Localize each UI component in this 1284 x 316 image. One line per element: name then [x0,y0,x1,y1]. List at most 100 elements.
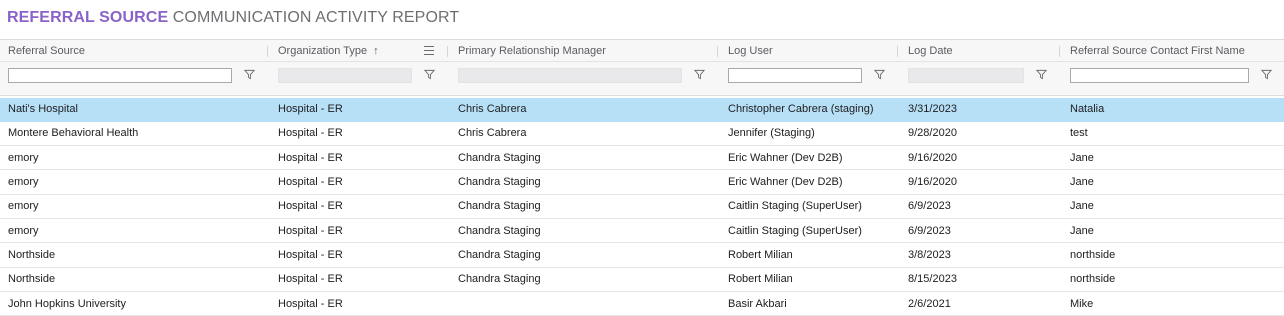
column-resize-handle[interactable] [267,46,268,57]
cell-contact-first-name: Natalia [1070,103,1105,116]
cell-log-user: Jennifer (Staging) [728,127,815,140]
column-header-referral-source[interactable]: Referral Source [8,40,263,61]
column-resize-handle[interactable] [1059,46,1060,57]
cell-log-user: Robert Milian [728,273,793,286]
report-title-strong: REFERRAL SOURCE [7,9,169,26]
filter-input-organization-type [278,68,412,83]
column-header-label: Log User [728,44,773,57]
cell-log-date: 3/8/2023 [908,248,951,261]
cell-log-date: 9/28/2020 [908,127,957,140]
filter-input-log-date [908,68,1024,83]
cell-contact-first-name: Mike [1070,297,1094,310]
cell-log-date: 6/9/2023 [908,224,951,237]
cell-referral-source: Montere Behavioral Health [8,127,139,140]
cell-primary-relationship-manager: Chris Cabrera [458,103,527,116]
cell-primary-relationship-manager: Chandra Staging [458,273,541,286]
table-row[interactable]: emory Hospital - ER Chandra Staging Cait… [0,195,1284,219]
table-row[interactable]: John Hopkins University Hospital - ER Ba… [0,292,1284,316]
cell-primary-relationship-manager: Chandra Staging [458,224,541,237]
column-header-organization-type[interactable]: Organization Type ↑ [278,40,448,61]
column-resize-handle[interactable] [897,46,898,57]
cell-log-user: Eric Wahner (Dev D2B) [728,176,843,189]
cell-referral-source: Northside [8,248,56,261]
table-row[interactable]: Northside Hospital - ER Chandra Staging … [0,243,1284,268]
table-row[interactable]: Nati's Hospital Hospital - ER Chris Cabr… [0,97,1284,122]
cell-organization-type: Hospital - ER [278,224,343,237]
cell-contact-first-name: northside [1070,273,1116,286]
table-row[interactable]: Montere Behavioral Health Hospital - ER … [0,122,1284,147]
cell-log-user: Christopher Cabrera (staging) [728,103,874,116]
table-row[interactable]: Northside Hospital - ER Chandra Staging … [0,268,1284,292]
column-header-primary-relationship-manager[interactable]: Primary Relationship Manager [458,40,713,61]
filter-funnel-icon[interactable] [1036,69,1047,80]
cell-contact-first-name: Jane [1070,200,1094,213]
table-row[interactable]: emory Hospital - ER Chandra Staging Eric… [0,146,1284,171]
report-title-rest: COMMUNICATION ACTIVITY REPORT [172,9,460,26]
cell-log-date: 8/15/2023 [908,273,957,286]
column-header-label: Referral Source [8,44,86,57]
cell-referral-source: Nati's Hospital [8,103,78,116]
cell-organization-type: Hospital - ER [278,103,343,116]
cell-referral-source: emory [8,224,39,237]
column-resize-handle[interactable] [717,46,718,57]
grid-header-row: Referral Source Organization Type ↑ Prim… [0,39,1284,62]
filter-funnel-icon[interactable] [244,69,255,80]
column-header-label: Log Date [908,44,953,57]
report-grid: Referral Source Organization Type ↑ Prim… [0,39,1284,316]
cell-organization-type: Hospital - ER [278,248,343,261]
table-row[interactable]: emory Hospital - ER Chandra Staging Cait… [0,219,1284,244]
cell-log-user: Basir Akbari [728,297,787,310]
cell-organization-type: Hospital - ER [278,297,343,310]
table-row[interactable]: emory Hospital - ER Chandra Staging Eric… [0,170,1284,195]
cell-primary-relationship-manager: Chandra Staging [458,248,541,261]
column-resize-handle[interactable] [447,46,448,57]
cell-organization-type: Hospital - ER [278,200,343,213]
cell-referral-source: emory [8,176,39,189]
cell-contact-first-name: northside [1070,248,1116,261]
column-header-log-date[interactable]: Log Date [908,40,1058,61]
column-header-label: Referral Source Contact First Name [1070,44,1245,57]
filter-input-primary-relationship-manager [458,68,682,83]
cell-primary-relationship-manager [458,292,713,315]
cell-primary-relationship-manager: Chris Cabrera [458,127,527,140]
cell-log-date: 9/16/2020 [908,176,957,189]
cell-referral-source: emory [8,151,39,164]
cell-referral-source: John Hopkins University [8,297,126,310]
cell-contact-first-name: Jane [1070,176,1094,189]
cell-log-user: Robert Milian [728,248,793,261]
cell-organization-type: Hospital - ER [278,176,343,189]
arrow-up-icon: ↑ [373,44,379,57]
cell-primary-relationship-manager: Chandra Staging [458,151,541,164]
column-header-label: Primary Relationship Manager [458,44,606,57]
cell-log-user: Caitlin Staging (SuperUser) [728,224,862,237]
cell-organization-type: Hospital - ER [278,127,343,140]
cell-log-date: 6/9/2023 [908,200,951,213]
filter-funnel-icon[interactable] [694,69,705,80]
column-header-label: Organization Type [278,44,368,57]
filter-funnel-icon[interactable] [874,69,885,80]
cell-referral-source: Northside [8,273,56,286]
filter-input-log-user[interactable] [728,68,862,83]
cell-log-date: 3/31/2023 [908,103,957,116]
cell-organization-type: Hospital - ER [278,151,343,164]
filter-input-contact-first-name[interactable] [1070,68,1249,83]
cell-primary-relationship-manager: Chandra Staging [458,200,541,213]
cell-log-user: Caitlin Staging (SuperUser) [728,200,862,213]
cell-primary-relationship-manager: Chandra Staging [458,176,541,189]
cell-organization-type: Hospital - ER [278,273,343,286]
column-header-contact-first-name[interactable]: Referral Source Contact First Name [1070,40,1280,61]
cell-contact-first-name: Jane [1070,224,1094,237]
column-menu-icon[interactable] [424,46,434,56]
cell-log-date: 2/6/2021 [908,297,951,310]
cell-referral-source: emory [8,200,39,213]
column-header-log-user[interactable]: Log User [728,40,898,61]
filter-funnel-icon[interactable] [1261,69,1272,80]
report-title: REFERRAL SOURCE COMMUNICATION ACTIVITY R… [0,0,1284,38]
filter-funnel-icon[interactable] [424,69,435,80]
filter-input-referral-source[interactable] [8,68,232,83]
cell-contact-first-name: test [1070,127,1088,140]
grid-filter-row [0,62,1284,96]
cell-log-date: 9/16/2020 [908,151,957,164]
cell-contact-first-name: Jane [1070,151,1094,164]
cell-log-user: Eric Wahner (Dev D2B) [728,151,843,164]
